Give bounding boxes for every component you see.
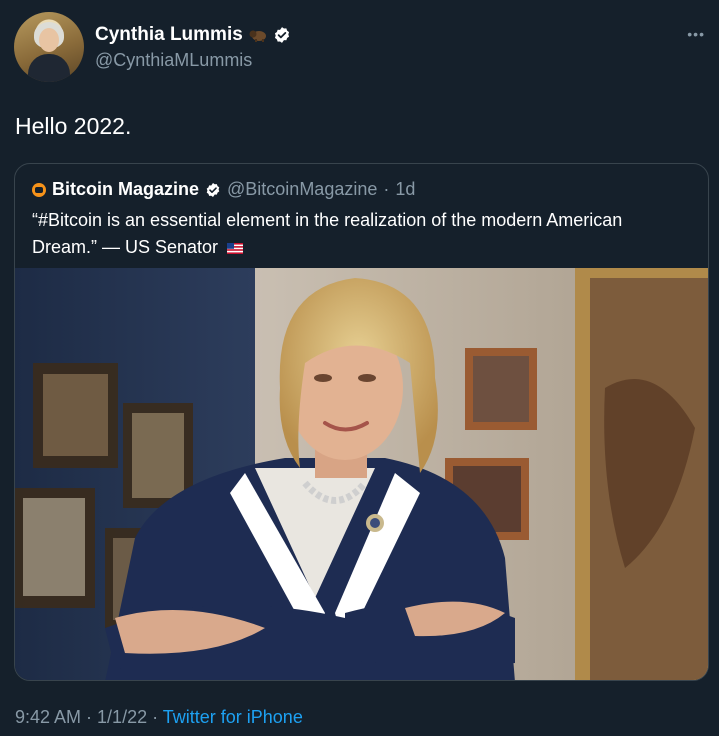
tweet-text: Hello 2022. <box>15 113 132 139</box>
quoted-separator: · <box>383 179 390 199</box>
quoted-author-avatar <box>32 182 46 197</box>
senator-portrait-image <box>15 268 708 680</box>
quoted-tweet-text: “#Bitcoin is an essential element in the… <box>32 207 692 261</box>
meta-separator: · <box>81 707 98 727</box>
quoted-tweet[interactable]: Bitcoin Magazine @BitcoinMagazine · 1d “… <box>14 163 709 681</box>
quoted-text-content: “#Bitcoin is an essential element in the… <box>32 210 623 257</box>
tweet-date[interactable]: 1/1/22 <box>97 707 147 727</box>
author-name-row[interactable]: Cynthia Lummis <box>95 24 291 46</box>
tweet-metadata: 9:42 AM · 1/1/22 · Twitter for iPhone <box>15 707 303 728</box>
more-icon[interactable]: ••• <box>687 26 705 42</box>
quoted-tweet-photo[interactable] <box>15 268 708 680</box>
quoted-time: 1d <box>395 179 416 199</box>
tweet-header: Cynthia Lummis @CynthiaMLummis ••• <box>14 12 705 84</box>
author-handle[interactable]: @CynthiaMLummis <box>95 50 252 71</box>
tweet-source-link[interactable]: Twitter for iPhone <box>163 707 303 727</box>
quoted-author-handle: @BitcoinMagazine <box>227 179 378 199</box>
quoted-tweet-header: Bitcoin Magazine @BitcoinMagazine · 1d <box>32 179 415 200</box>
avatar-face <box>39 28 59 52</box>
quoted-verified-badge-icon <box>206 182 220 197</box>
us-flag-emoji-icon <box>227 242 244 254</box>
author-name[interactable]: Cynthia Lummis <box>95 24 243 46</box>
meta-separator: · <box>147 707 163 727</box>
bison-emoji-icon <box>249 30 266 42</box>
tweet-time[interactable]: 9:42 AM <box>15 707 81 727</box>
author-avatar[interactable] <box>14 12 84 82</box>
verified-badge-icon <box>274 27 289 43</box>
quoted-author-name: Bitcoin Magazine <box>52 179 200 199</box>
avatar-body <box>28 54 70 82</box>
